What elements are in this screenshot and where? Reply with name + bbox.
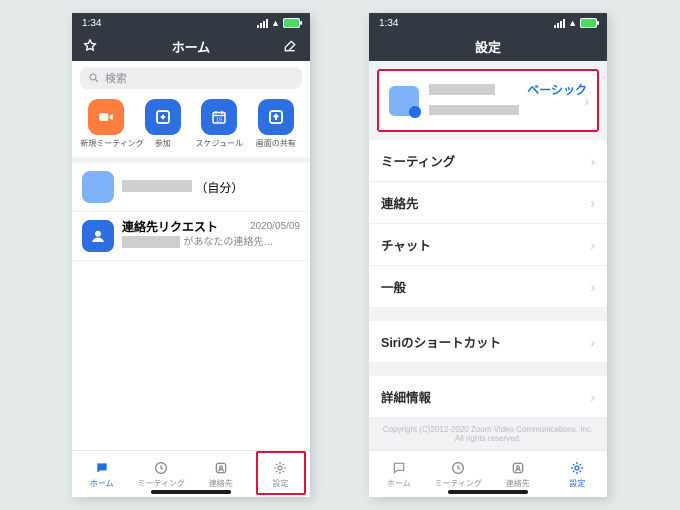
settings-item-general[interactable]: 一般› <box>369 266 607 307</box>
video-badge-icon <box>409 106 421 118</box>
profile-row[interactable]: ベーシック › <box>377 69 599 132</box>
status-bar: 1:34 ▲ <box>369 13 607 31</box>
home-indicator <box>448 490 528 494</box>
self-suffix: （自分） <box>195 181 243 195</box>
search-icon <box>88 72 100 84</box>
tab-bar: ホーム ミーティング 連絡先 設定 <box>72 450 310 497</box>
settings-item-siri[interactable]: Siriのショートカット› <box>369 321 607 362</box>
phone-settings: 1:34 ▲ 設定 ベーシック <box>369 13 607 497</box>
action-row: 新規ミーティング 参加 19 スケジュール 画面の共有 <box>72 95 310 157</box>
search-placeholder: 検索 <box>105 70 127 86</box>
tab-bar: ホーム ミーティング 連絡先 設定 <box>369 450 607 497</box>
status-time: 1:34 <box>82 18 101 29</box>
battery-icon <box>580 18 597 28</box>
home-header: ホーム <box>72 31 310 61</box>
tab-meetings[interactable]: ミーティング <box>434 456 482 493</box>
clock-icon <box>450 460 466 476</box>
masked-name <box>122 180 192 192</box>
new-meeting-button[interactable]: 新規ミーティング <box>80 99 132 149</box>
home-indicator <box>151 490 231 494</box>
video-icon <box>97 108 115 126</box>
settings-item-details[interactable]: 詳細情報› <box>369 376 607 417</box>
plan-label: ベーシック <box>527 81 587 98</box>
chevron-right-icon: › <box>584 93 589 109</box>
wifi-icon: ▲ <box>271 18 280 28</box>
chevron-right-icon: › <box>590 237 595 253</box>
header-title: ホーム <box>100 37 282 56</box>
phone-home: 1:34 ▲ ホーム 検索 新規ミーティング <box>72 13 310 497</box>
contact-request-row[interactable]: 連絡先リクエスト 2020/05/09 があなたの連絡先… <box>72 212 310 261</box>
tab-contacts[interactable]: 連絡先 <box>197 456 245 493</box>
chat-bubble-icon <box>94 461 110 475</box>
request-icon <box>82 220 114 252</box>
gear-icon <box>569 460 585 476</box>
masked-email <box>429 105 519 115</box>
status-bar: 1:34 ▲ <box>72 13 310 31</box>
tab-settings[interactable]: 設定 <box>553 456 601 493</box>
share-screen-button[interactable]: 画面の共有 <box>250 99 302 149</box>
wifi-icon: ▲ <box>568 18 577 28</box>
masked-name <box>429 84 495 95</box>
search-input[interactable]: 検索 <box>80 67 302 89</box>
contacts-icon <box>213 460 229 476</box>
svg-text:19: 19 <box>216 118 222 124</box>
chevron-right-icon: › <box>590 153 595 169</box>
chevron-right-icon: › <box>590 334 595 350</box>
contacts-icon <box>510 460 526 476</box>
chevron-right-icon: › <box>590 195 595 211</box>
schedule-button[interactable]: 19 スケジュール <box>193 99 245 149</box>
header-title: 設定 <box>397 37 579 56</box>
request-title: 連絡先リクエスト <box>122 220 218 234</box>
plus-icon <box>154 108 172 126</box>
tab-contacts[interactable]: 連絡先 <box>494 456 542 493</box>
chevron-right-icon: › <box>590 279 595 295</box>
settings-item-meeting[interactable]: ミーティング› <box>369 140 607 182</box>
calendar-icon: 19 <box>210 108 228 126</box>
favorite-icon[interactable] <box>82 38 100 54</box>
settings-item-chat[interactable]: チャット› <box>369 224 607 266</box>
clock-icon <box>153 460 169 476</box>
settings-item-contacts[interactable]: 連絡先› <box>369 182 607 224</box>
settings-header: 設定 <box>369 31 607 61</box>
status-time: 1:34 <box>379 18 398 29</box>
chevron-right-icon: › <box>590 389 595 405</box>
tab-meetings[interactable]: ミーティング <box>137 456 185 493</box>
battery-icon <box>283 18 300 28</box>
highlight-settings-tab <box>256 451 306 495</box>
request-date: 2020/05/09 <box>250 220 300 234</box>
compose-icon[interactable] <box>282 38 300 54</box>
upload-icon <box>267 108 285 126</box>
self-row[interactable]: （自分） <box>72 163 310 212</box>
status-indicators: ▲ <box>554 18 597 28</box>
signal-icon <box>257 19 268 28</box>
status-indicators: ▲ <box>257 18 300 28</box>
copyright-text: Copyright (C)2012-2020 Zoom Video Commun… <box>369 417 607 451</box>
tab-home[interactable]: ホーム <box>375 456 423 493</box>
tab-home[interactable]: ホーム <box>78 456 126 493</box>
profile-avatar <box>389 86 419 116</box>
request-subtext: があなたの連絡先… <box>183 237 273 248</box>
signal-icon <box>554 19 565 28</box>
chat-bubble-icon <box>391 461 407 475</box>
masked-name <box>122 236 180 248</box>
join-button[interactable]: 参加 <box>137 99 189 149</box>
avatar <box>82 171 114 203</box>
